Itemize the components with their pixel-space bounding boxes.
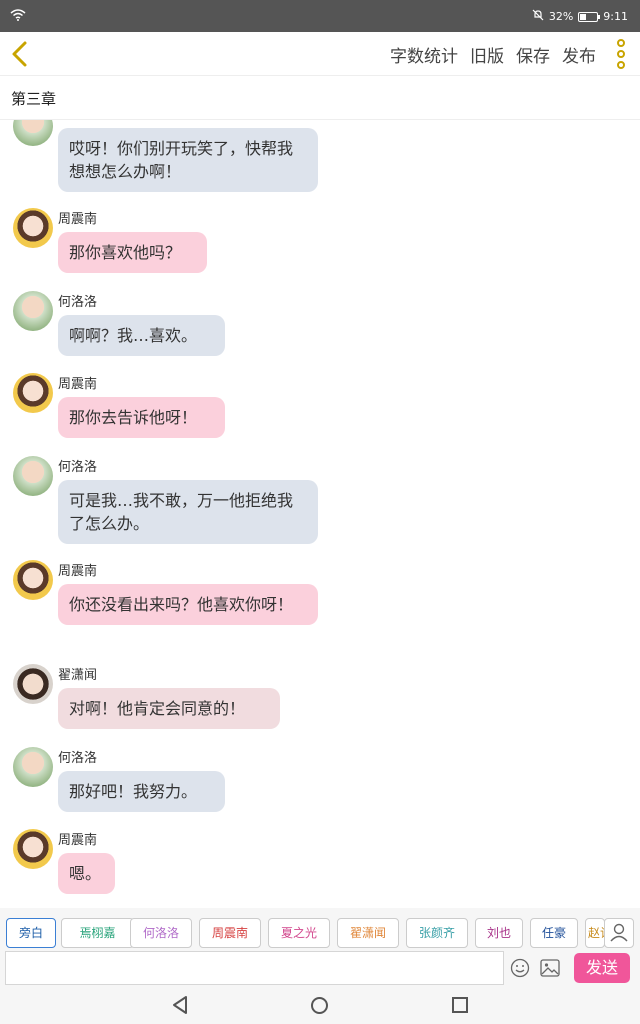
speaker-name: 翟潇闻 <box>58 668 98 683</box>
message-bubble[interactable]: 那你去告诉他呀！ <box>58 397 225 438</box>
message-bubble[interactable]: 可是我…我不敢，万一他拒绝我了怎么办。 <box>58 480 318 544</box>
battery-percent: 32% <box>548 10 574 23</box>
system-nav-bar <box>0 986 640 1024</box>
speaker-name: 何洛洛 <box>58 751 98 766</box>
avatar[interactable] <box>13 373 53 413</box>
clock: 9:11 <box>603 10 628 23</box>
nav-back-icon[interactable] <box>171 995 189 1015</box>
publish-button[interactable]: 发布 <box>562 42 596 67</box>
chat-list[interactable]: 哎呀！你们别开玩笑了，快帮我想想怎么办啊！ 周震南 那你喜欢他吗？ 何洛洛 啊啊… <box>0 120 640 908</box>
send-button[interactable]: 发送 <box>574 953 630 983</box>
message-bubble[interactable]: 那你喜欢他吗？ <box>58 232 207 273</box>
speaker-name: 周震南 <box>58 564 98 579</box>
speaker-name: 何洛洛 <box>58 295 98 310</box>
avatar[interactable] <box>13 291 53 331</box>
nav-recent-apps-icon[interactable] <box>452 997 468 1013</box>
message-bubble[interactable]: 你还没看出来吗？他喜欢你呀！ <box>58 584 318 625</box>
role-chip[interactable]: 翟潇闻 <box>337 918 399 948</box>
message-input[interactable] <box>5 951 504 985</box>
role-chip[interactable]: 赵让 <box>585 918 605 948</box>
avatar[interactable] <box>13 208 53 248</box>
user-icon[interactable] <box>604 918 634 948</box>
nav-home-icon[interactable] <box>311 997 328 1014</box>
avatar[interactable] <box>13 120 53 146</box>
message-bubble[interactable]: 哎呀！你们别开玩笑了，快帮我想想怎么办啊！ <box>58 128 318 192</box>
role-chip[interactable]: 夏之光 <box>268 918 330 948</box>
speaker-name: 何洛洛 <box>58 460 98 475</box>
more-menu-icon[interactable] <box>614 39 628 69</box>
save-button[interactable]: 保存 <box>516 42 550 67</box>
role-chip[interactable]: 旁白 <box>6 918 56 948</box>
emoji-icon[interactable] <box>510 958 530 978</box>
message-bubble[interactable]: 对啊！他肯定会同意的！ <box>58 688 280 729</box>
role-selector-bar: 旁白 焉栩嘉 何洛洛 周震南 夏之光 翟潇闻 张颜齐 刘也 任豪 赵让 <box>0 908 640 950</box>
avatar[interactable] <box>13 456 53 496</box>
status-bar: 32% 9:11 <box>0 0 640 32</box>
avatar[interactable] <box>13 560 53 600</box>
role-chip[interactable]: 刘也 <box>475 918 523 948</box>
speaker-name: 周震南 <box>58 377 98 392</box>
word-count-button[interactable]: 字数统计 <box>390 42 458 67</box>
old-version-button[interactable]: 旧版 <box>470 42 504 67</box>
message-input-bar: 发送 <box>0 950 640 986</box>
chapter-title[interactable]: 第三章 <box>0 76 640 120</box>
avatar[interactable] <box>13 829 53 869</box>
role-chip[interactable]: 周震南 <box>199 918 261 948</box>
role-chip[interactable]: 何洛洛 <box>130 918 192 948</box>
editor-toolbar: 字数统计 旧版 保存 发布 <box>0 32 640 76</box>
avatar[interactable] <box>13 747 53 787</box>
message-bubble[interactable]: 那好吧！我努力。 <box>58 771 225 812</box>
speaker-name: 周震南 <box>58 212 98 227</box>
speaker-name: 周震南 <box>58 833 98 848</box>
message-bubble[interactable]: 啊啊？我…喜欢。 <box>58 315 225 356</box>
avatar[interactable] <box>13 664 53 704</box>
message-bubble[interactable]: 嗯。 <box>58 853 115 894</box>
battery-icon <box>578 11 601 22</box>
back-chevron-icon[interactable] <box>8 40 34 68</box>
role-chip[interactable]: 张颜齐 <box>406 918 468 948</box>
image-icon[interactable] <box>540 959 560 977</box>
mute-bell-icon <box>532 9 544 24</box>
role-chip[interactable]: 焉栩嘉 <box>61 918 134 948</box>
role-chip[interactable]: 任豪 <box>530 918 578 948</box>
wifi-icon <box>10 9 26 24</box>
